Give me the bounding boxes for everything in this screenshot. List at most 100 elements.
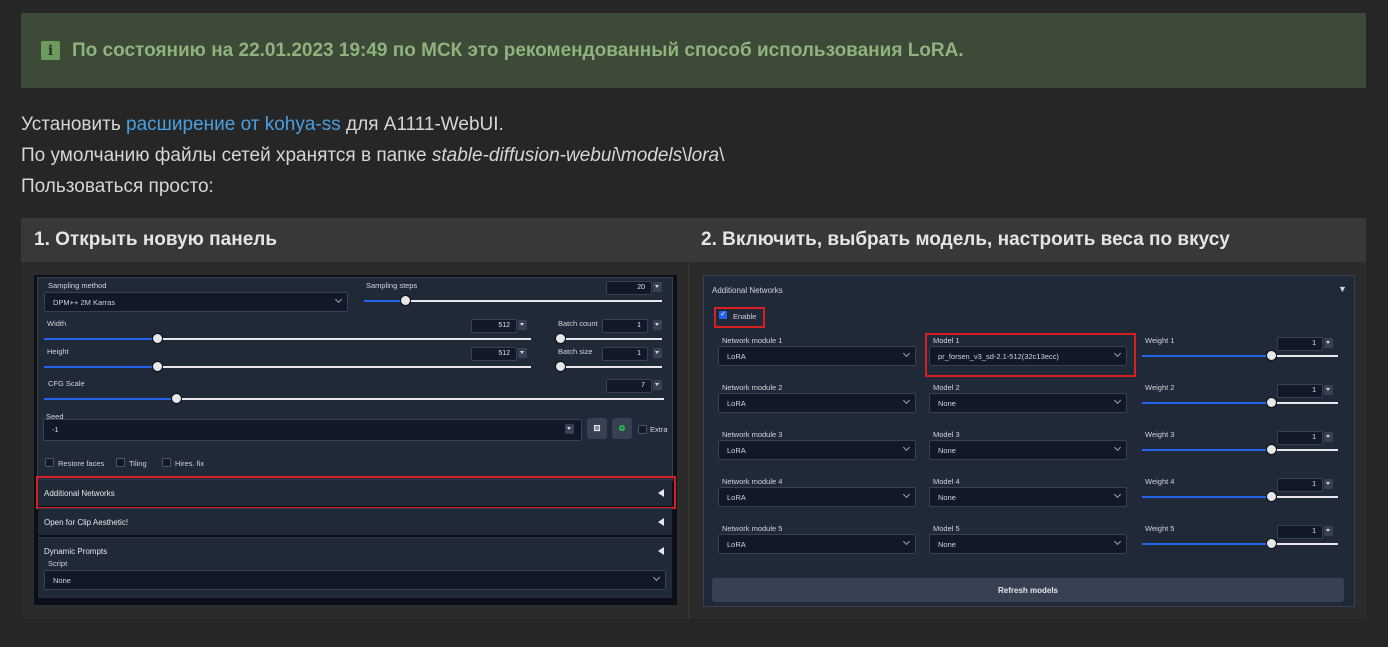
info-icon: i [41,41,60,60]
height-label: Height [47,347,69,356]
weight-input[interactable]: 1 [1277,431,1323,445]
sampling-steps-input[interactable]: 20 [606,281,652,295]
weight-input[interactable]: 1 [1277,525,1323,539]
model-select[interactable]: None [929,393,1127,413]
hires-fix-checkbox[interactable] [162,458,171,467]
dice-icon[interactable]: ⚄ [587,418,607,439]
chevron-down-icon [1113,490,1122,499]
model-label: Model 5 [933,524,960,533]
slider-knob[interactable] [171,393,182,404]
width-label: Width [47,319,67,328]
alert-text: По состоянию на 22.01.2023 19:49 по МСК … [72,39,964,61]
network-module-select[interactable]: LoRA [718,487,916,507]
slider-knob[interactable] [152,361,163,372]
extension-link[interactable]: расширение от kohya-ss [126,114,341,135]
network-module-value: LoRA [727,352,746,361]
chevron-down-icon [902,396,911,405]
extra-label: Extra [650,425,668,434]
panel-title: Additional Networks [712,286,783,295]
slider-knob[interactable] [152,333,163,344]
batch-count-input[interactable]: 1 [602,319,648,333]
info-alert: i По состоянию на 22.01.2023 19:49 по МС… [21,13,1366,88]
slider-knob[interactable] [1266,397,1277,408]
sampling-method-select[interactable]: DPM++ 2M Karras [44,292,348,312]
slider-knob[interactable] [1266,538,1277,549]
cfg-scale-input[interactable]: 7 [606,379,652,393]
sampling-steps-label: Sampling steps [366,281,418,290]
spinner-icon[interactable] [653,320,662,330]
slider-knob[interactable] [555,361,566,372]
weight-input[interactable]: 1 [1277,337,1323,351]
spinner-icon[interactable] [653,282,662,292]
model-label: Model 3 [933,430,960,439]
column-divider [688,262,689,619]
model-select[interactable]: None [929,534,1127,554]
model-value: None [938,399,956,408]
network-module-select[interactable]: LoRA [718,534,916,554]
network-module-value: LoRA [727,540,746,549]
recycle-icon[interactable]: ♻ [612,418,632,439]
intro-line-2: По умолчанию файлы сетей хранятся в папк… [21,145,724,167]
column-header-1: 1. Открыть новую панель [34,229,278,250]
spinner-icon[interactable] [1324,385,1333,395]
table-header: 1. Открыть новую панель 2. Включить, выб… [21,218,1366,262]
spinner-icon[interactable] [565,424,574,434]
accordion-title: Open for Clip Aesthetic! [44,518,129,527]
network-module-select[interactable]: LoRA [718,346,916,366]
network-module-select[interactable]: LoRA [718,393,916,413]
batch-count-label: Batch count [558,319,598,328]
slider-fill [1142,543,1271,545]
collapse-triangle-icon[interactable]: ▼ [1338,284,1347,294]
extra-checkbox[interactable] [638,425,647,434]
weight-input[interactable]: 1 [1277,384,1323,398]
accordion-clip-aesthetic[interactable]: Open for Clip Aesthetic! [38,508,672,535]
weight-value: 1 [1312,340,1316,347]
width-value: 512 [498,322,510,329]
network-module-label: Network module 5 [722,524,783,533]
network-module-select[interactable]: LoRA [718,440,916,460]
slider-fill [364,300,405,302]
batch-size-input[interactable]: 1 [602,347,648,361]
batch-count-value: 1 [637,322,641,329]
slider-fill [1142,355,1271,357]
tiling-checkbox[interactable] [116,458,125,467]
highlight-box [925,333,1136,377]
spinner-icon[interactable] [1324,479,1333,489]
intro-text: для A1111-WebUI. [340,114,504,135]
width-input[interactable]: 512 [471,319,517,333]
spinner-icon[interactable] [518,348,527,358]
model-select[interactable]: None [929,440,1127,460]
model-select[interactable]: None [929,487,1127,507]
spinner-icon[interactable] [653,380,662,390]
slider-knob[interactable] [1266,491,1277,502]
accordion-title: Dynamic Prompts [44,547,108,556]
sampling-steps-value: 20 [637,284,645,291]
network-module-value: LoRA [727,493,746,502]
height-input[interactable]: 512 [471,347,517,361]
spinner-icon[interactable] [1324,526,1333,536]
chevron-down-icon [1113,443,1122,452]
model-label: Model 4 [933,477,960,486]
hires-fix-label: Hires. fix [175,459,205,468]
cfg-scale-value: 7 [641,382,645,389]
weight-input[interactable]: 1 [1277,478,1323,492]
batch-count-slider[interactable] [556,338,662,340]
slider-knob[interactable] [1266,350,1277,361]
slider-knob[interactable] [400,295,411,306]
spinner-icon[interactable] [1324,338,1333,348]
refresh-models-button[interactable]: Refresh models [712,578,1344,602]
spinner-icon[interactable] [653,348,662,358]
chevron-down-icon [334,295,343,304]
batch-size-slider[interactable] [556,366,662,368]
slider-knob[interactable] [1266,444,1277,455]
script-select[interactable]: None [44,570,666,590]
network-module-label: Network module 1 [722,336,783,345]
intro-text: Установить [21,114,127,135]
spinner-icon[interactable] [518,320,527,330]
network-module-label: Network module 2 [722,383,783,392]
slider-knob[interactable] [555,333,566,344]
chevron-down-icon [902,490,911,499]
seed-input[interactable]: -1 [43,419,582,441]
spinner-icon[interactable] [1324,432,1333,442]
restore-faces-checkbox[interactable] [45,458,54,467]
